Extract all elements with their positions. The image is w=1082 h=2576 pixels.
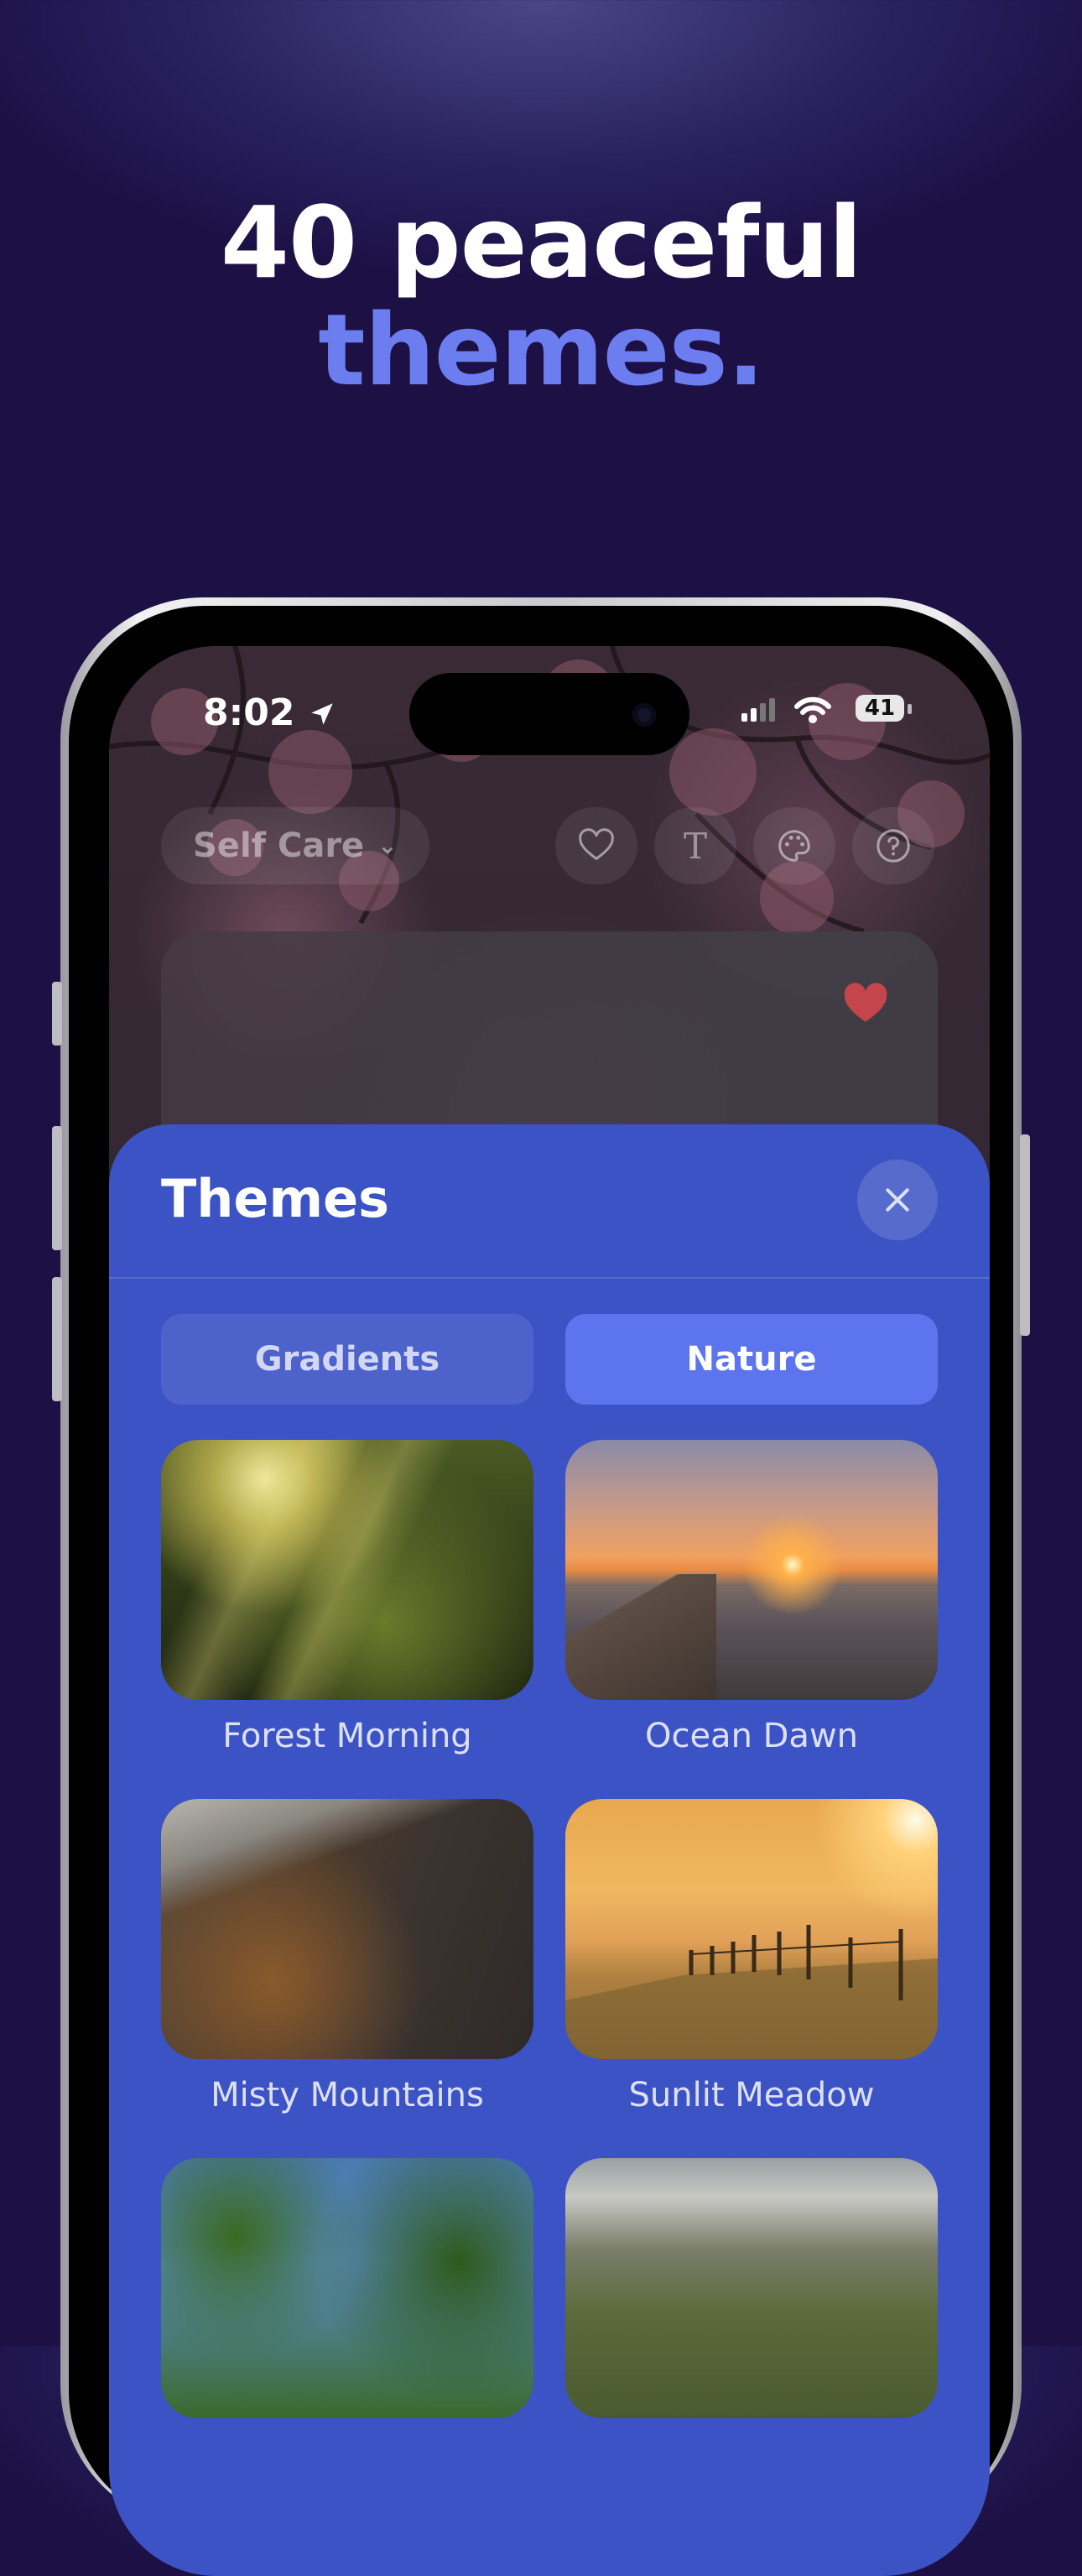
close-button[interactable] [857,1160,938,1240]
battery-tip [908,704,912,714]
top-toolbar: Self Care ⌄ T [161,807,938,884]
phone-frame: 8:02 41 Self Care ⌄ T Themes Gradients N… [52,597,1030,2576]
theme-tile-forest-morning[interactable]: Forest Morning [161,1440,533,1755]
theme-tile-misty-mountains[interactable]: Misty Mountains [161,1799,533,2115]
location-arrow-icon [311,703,333,725]
power-button [1020,1134,1030,1336]
clock: 8:02 [203,691,336,734]
clock-time: 8:02 [203,691,295,734]
favorites-button[interactable] [555,807,637,884]
theme-label: Forest Morning [222,1717,472,1755]
help-button[interactable] [852,807,934,884]
category-label: Self Care [193,827,365,865]
battery-indicator: 41 [856,695,904,722]
app-screen: 8:02 41 Self Care ⌄ T Themes Gradients N… [109,646,990,2576]
themes-sheet: Themes Gradients Nature Forest Morning O… [109,1124,990,2576]
volume-up-button [52,1126,62,1250]
close-icon [886,1188,909,1212]
dynamic-island [409,673,689,755]
theme-tile-forest-canopy[interactable] [161,2158,533,2435]
theme-thumbnail [565,1799,938,2059]
theme-label: Misty Mountains [211,2076,484,2115]
palette-icon [778,830,810,862]
front-camera [632,703,656,727]
font-button[interactable]: T [654,807,736,884]
tab-gradients[interactable]: Gradients [161,1314,533,1405]
tab-nature[interactable]: Nature [565,1314,938,1405]
theme-button[interactable] [753,807,835,884]
theme-label: Ocean Dawn [644,1717,859,1755]
theme-thumbnail [565,2158,938,2418]
sheet-title: Themes [161,1168,390,1229]
theme-thumbnail [565,1440,938,1700]
theme-thumbnail [161,2158,533,2418]
sheet-divider [109,1277,990,1279]
chevron-down-icon: ⌄ [377,832,398,859]
theme-thumbnail [161,1440,533,1700]
action-button [52,982,62,1046]
category-selector[interactable]: Self Care ⌄ [161,807,429,884]
headline-line-2: themes. [318,292,765,408]
volume-down-button [52,1277,62,1401]
theme-tile-mountain-lake[interactable] [565,2158,938,2435]
text-font-icon: T [683,825,707,867]
headline-line-1: 40 peaceful [220,185,862,300]
heart-outline-icon [579,828,614,861]
theme-tile-ocean-dawn[interactable]: Ocean Dawn [565,1440,938,1755]
theme-tile-sunlit-meadow[interactable]: Sunlit Meadow [565,1799,938,2115]
theme-thumbnail [161,1799,533,2059]
heart-filled-icon[interactable] [842,982,889,1024]
help-icon [877,829,910,863]
status-bar: 8:02 41 [109,646,990,789]
headline: 40 peaceful themes. [0,189,1082,404]
theme-label: Sunlit Meadow [628,2076,875,2115]
fence-silhouette [565,1925,938,2059]
signal-wifi-icons [741,696,831,723]
